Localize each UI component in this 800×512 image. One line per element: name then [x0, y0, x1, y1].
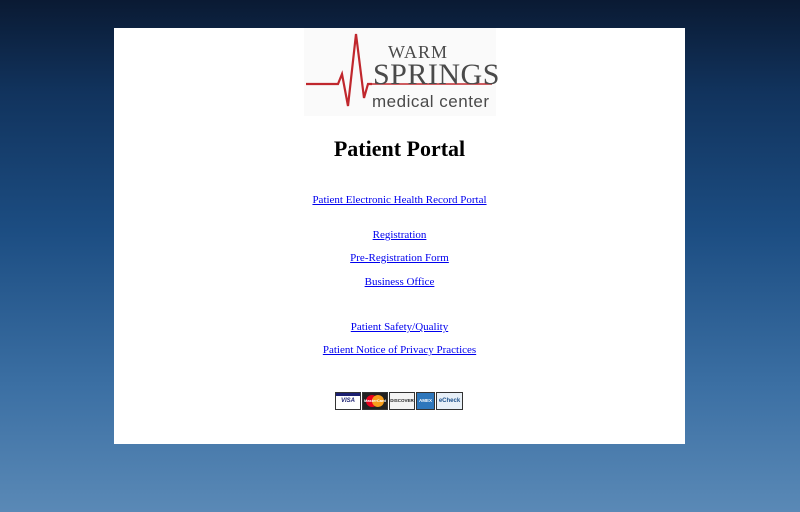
pre-registration-form-link[interactable]: Pre-Registration Form: [350, 252, 449, 264]
link-item: Registration: [114, 229, 685, 241]
registration-link[interactable]: Registration: [373, 229, 427, 241]
discover-card-icon: DISCOVER: [389, 392, 415, 410]
logo-text-springs: SPRINGS: [373, 58, 500, 91]
visa-card-icon: VISA: [335, 392, 361, 410]
link-item: Patient Safety/Quality: [114, 321, 685, 333]
echeck-card-icon: eCheck: [436, 392, 463, 410]
link-item: Patient Notice of Privacy Practices: [114, 344, 685, 356]
content-panel: WARM SPRINGS medical center Patient Port…: [114, 28, 685, 444]
link-item: Patient Electronic Health Record Portal: [114, 194, 685, 206]
privacy-practices-link[interactable]: Patient Notice of Privacy Practices: [323, 344, 476, 356]
link-item: Pre-Registration Form: [114, 252, 685, 264]
mastercard-card-icon: MasterCard: [362, 392, 388, 410]
patient-safety-quality-link[interactable]: Patient Safety/Quality: [351, 321, 448, 333]
ehr-portal-link[interactable]: Patient Electronic Health Record Portal: [312, 194, 486, 206]
logo-text-medical-center: medical center: [372, 92, 490, 111]
link-item: Business Office: [114, 276, 685, 288]
payment-cards: VISA MasterCard DISCOVER AMEX eCheck: [335, 392, 465, 410]
amex-card-icon: AMEX: [416, 392, 435, 410]
page-title: Patient Portal: [333, 136, 466, 161]
warm-springs-logo[interactable]: WARM SPRINGS medical center: [304, 28, 499, 116]
business-office-link[interactable]: Business Office: [365, 276, 435, 288]
